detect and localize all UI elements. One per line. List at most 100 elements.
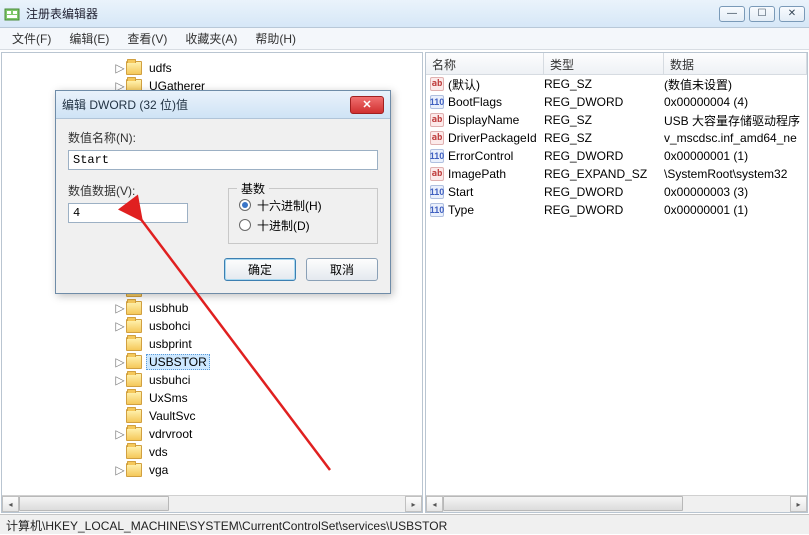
string-value-icon: ab [430, 113, 444, 127]
tree-node[interactable]: ▷ vdrvroot [4, 425, 422, 443]
tree-node-label: vga [146, 462, 171, 478]
menu-favorites[interactable]: 收藏夹(A) [177, 28, 245, 49]
list-row[interactable]: 110StartREG_DWORD0x00000003 (3) [426, 183, 807, 201]
window-title: 注册表编辑器 [26, 5, 719, 22]
expander-icon[interactable]: ▷ [114, 463, 126, 477]
scroll-left-icon[interactable]: ◂ [2, 496, 19, 512]
tree-node[interactable]: ▷ usbhub [4, 299, 422, 317]
tree-node[interactable]: ▷ vga [4, 461, 422, 479]
value-type: REG_DWORD [544, 185, 664, 199]
tree-node-label: usbprint [146, 336, 195, 352]
tree-node[interactable]: ▷usbuhci [4, 371, 422, 389]
maximize-button[interactable]: ☐ [749, 6, 775, 22]
value-data-input[interactable] [68, 203, 188, 223]
titlebar: 注册表编辑器 — ☐ ✕ [0, 0, 809, 28]
value-data: 0x00000004 (4) [664, 95, 807, 109]
tree-node[interactable]: ▷usbohci [4, 317, 422, 335]
value-name: (默认) [448, 76, 480, 93]
value-name-input[interactable] [68, 150, 378, 170]
value-data: \SystemRoot\system32 [664, 167, 807, 181]
menu-help[interactable]: 帮助(H) [247, 28, 304, 49]
folder-icon [126, 463, 142, 477]
tree-node[interactable]: usbprint [4, 335, 422, 353]
value-data: 0x00000001 (1) [664, 149, 807, 163]
list-row[interactable]: abDisplayNameREG_SZUSB 大容量存储驱动程序 [426, 111, 807, 129]
value-data: (数值未设置) [664, 76, 807, 93]
expander-icon[interactable]: ▷ [114, 61, 126, 75]
value-type: REG_DWORD [544, 149, 664, 163]
list-row[interactable]: 110 Type REG_DWORD0x00000001 (1) [426, 201, 807, 219]
list-header: 名称 类型 数据 [426, 53, 807, 75]
value-name: Type [448, 203, 474, 217]
value-name-label: 数值名称(N): [68, 129, 378, 146]
radio-dec-row[interactable]: 十进制(D) [239, 215, 367, 235]
value-type: REG_DWORD [544, 203, 664, 217]
menubar: 文件(F) 编辑(E) 查看(V) 收藏夹(A) 帮助(H) [0, 28, 809, 50]
tree-node-label: vds [146, 444, 171, 460]
value-type: REG_SZ [544, 131, 664, 145]
tree-node-label: udfs [146, 60, 175, 76]
minimize-button[interactable]: — [719, 6, 745, 22]
tree-node[interactable]: ▷USBSTOR [4, 353, 422, 371]
col-data[interactable]: 数据 [664, 53, 807, 74]
string-value-icon: ab [430, 77, 444, 91]
value-data: USB 大容量存储驱动程序 [664, 112, 807, 129]
value-type: REG_EXPAND_SZ [544, 167, 664, 181]
value-type: REG_DWORD [544, 95, 664, 109]
expander-icon[interactable]: ▷ [114, 319, 126, 333]
folder-icon [126, 409, 142, 423]
menu-file[interactable]: 文件(F) [4, 28, 59, 49]
expander-icon[interactable]: ▷ [114, 427, 126, 441]
value-name: ErrorControl [448, 149, 513, 163]
tree-node[interactable]: ▷ udfs [4, 59, 422, 77]
base-groupbox: 基数 十六进制(H) 十进制(D) [228, 188, 378, 244]
col-name[interactable]: 名称 [426, 53, 544, 74]
radio-hex-row[interactable]: 十六进制(H) [239, 195, 367, 215]
expander-icon[interactable]: ▷ [114, 373, 126, 387]
scroll-left-icon[interactable]: ◂ [426, 496, 443, 512]
col-type[interactable]: 类型 [544, 53, 664, 74]
value-data-label: 数值数据(V): [68, 182, 198, 199]
ok-button[interactable]: 确定 [224, 258, 296, 281]
list-row[interactable]: 110ErrorControlREG_DWORD0x00000001 (1) [426, 147, 807, 165]
expander-icon[interactable]: ▷ [114, 355, 126, 369]
close-window-button[interactable]: ✕ [779, 6, 805, 22]
list-row[interactable]: 110BootFlagsREG_DWORD0x00000004 (4) [426, 93, 807, 111]
list-row[interactable]: ab(默认)REG_SZ(数值未设置) [426, 75, 807, 93]
radio-dec-label: 十进制(D) [257, 217, 310, 234]
registry-app-icon [4, 6, 20, 22]
menu-view[interactable]: 查看(V) [119, 28, 175, 49]
dialog-title: 编辑 DWORD (32 位)值 [62, 96, 350, 113]
tree-node[interactable]: VaultSvc [4, 407, 422, 425]
scroll-right-icon[interactable]: ▸ [405, 496, 422, 512]
list-row[interactable]: abImagePathREG_EXPAND_SZ\SystemRoot\syst… [426, 165, 807, 183]
folder-icon [126, 391, 142, 405]
tree-node-label: vdrvroot [146, 426, 195, 442]
tree-node-label: usbhub [146, 300, 191, 316]
base-label: 基数 [237, 180, 269, 197]
expander-icon[interactable]: ▷ [114, 301, 126, 315]
tree-hscrollbar[interactable]: ◂ ▸ [2, 495, 422, 512]
value-data: v_mscdsc.inf_amd64_ne [664, 131, 807, 145]
binary-value-icon: 110 [430, 95, 444, 109]
tree-node-label: UxSms [146, 390, 191, 406]
radio-hex[interactable] [239, 199, 251, 211]
string-value-icon: ab [430, 131, 444, 145]
value-type: REG_SZ [544, 113, 664, 127]
cancel-button[interactable]: 取消 [306, 258, 378, 281]
value-data: 0x00000001 (1) [664, 203, 807, 217]
list-row[interactable]: abDriverPackageIdREG_SZv_mscdsc.inf_amd6… [426, 129, 807, 147]
tree-node[interactable]: UxSms [4, 389, 422, 407]
scroll-right-icon[interactable]: ▸ [790, 496, 807, 512]
folder-icon [126, 337, 142, 351]
radio-dec[interactable] [239, 219, 251, 231]
binary-value-icon: 110 [430, 203, 444, 217]
tree-node[interactable]: vds [4, 443, 422, 461]
list-hscrollbar[interactable]: ◂ ▸ [426, 495, 807, 512]
dialog-close-button[interactable]: ✕ [350, 96, 384, 114]
binary-value-icon: 110 [430, 185, 444, 199]
edit-dword-dialog: 编辑 DWORD (32 位)值 ✕ 数值名称(N): 数值数据(V): 基数 … [55, 90, 391, 294]
menu-edit[interactable]: 编辑(E) [61, 28, 117, 49]
value-name: Start [448, 185, 473, 199]
folder-icon [126, 445, 142, 459]
